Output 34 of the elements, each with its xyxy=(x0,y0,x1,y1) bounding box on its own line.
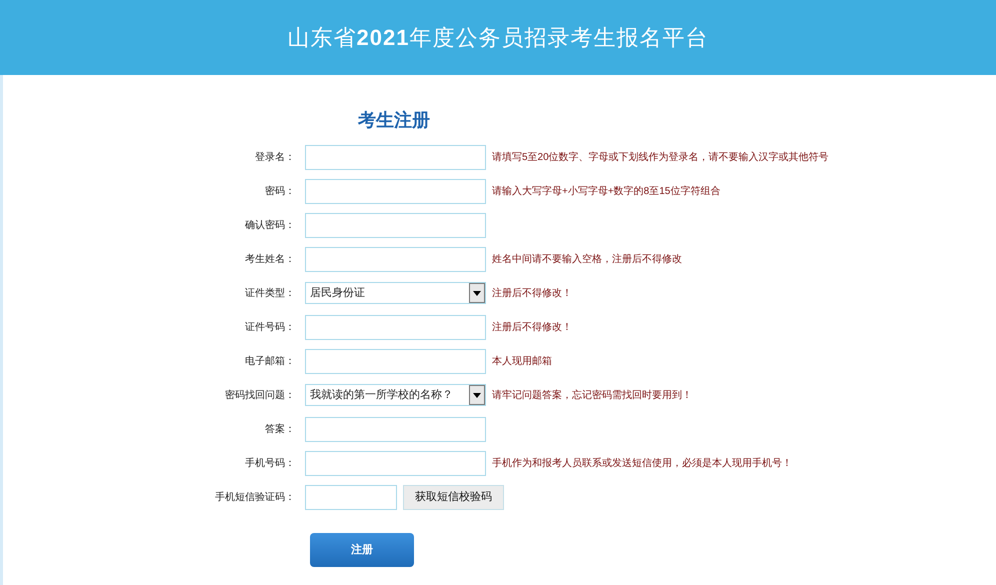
input-field[interactable] xyxy=(305,178,486,204)
field-hint: 本人现用邮箱 xyxy=(492,354,552,368)
field-hint: 姓名中间请不要输入空格，注册后不得修改 xyxy=(492,252,682,266)
field-hint: 注册后不得修改！ xyxy=(492,286,572,300)
dropdown[interactable]: 我就读的第一所学校的名称？ xyxy=(305,384,486,406)
header-title: 山东省2021年度公务员招录考生报名平台 xyxy=(288,24,708,52)
input-field[interactable] xyxy=(305,484,397,510)
register-button[interactable]: 注册 xyxy=(310,533,414,567)
field-hint: 手机作为和报考人员联系或发送短信使用，必须是本人现用手机号！ xyxy=(492,456,792,470)
field-label: 考生姓名： xyxy=(244,252,295,266)
input-field[interactable] xyxy=(305,246,486,272)
field-hint: 注册后不得修改！ xyxy=(492,320,572,334)
input-field[interactable] xyxy=(305,314,486,340)
field-label: 密码： xyxy=(264,184,295,198)
field-label: 手机短信验证码： xyxy=(214,490,295,504)
field-label: 手机号码： xyxy=(244,456,295,470)
input-field[interactable] xyxy=(305,144,486,170)
field-label: 证件号码： xyxy=(244,320,295,334)
field-label: 电子邮箱： xyxy=(244,354,295,368)
field-label: 证件类型： xyxy=(244,286,295,300)
field-label: 答案： xyxy=(264,422,295,436)
input-field[interactable] xyxy=(305,348,486,374)
input-field[interactable] xyxy=(305,450,486,476)
input-field[interactable] xyxy=(305,416,486,442)
field-hint: 请填写5至20位数字、字母或下划线作为登录名，请不要输入汉字或其他符号 xyxy=(492,150,829,164)
field-hint: 请输入大写字母+小写字母+数字的8至15位字符组合 xyxy=(492,184,720,198)
field-label: 密码找回问题： xyxy=(224,388,295,402)
input-field[interactable] xyxy=(305,212,486,238)
form-title: 考生注册 xyxy=(358,109,430,132)
get-code-button[interactable]: 获取短信校验码 xyxy=(403,484,504,510)
field-hint: 请牢记问题答案，忘记密码需找回时要用到！ xyxy=(492,388,692,402)
field-label: 确认密码： xyxy=(244,218,295,232)
field-label: 登录名： xyxy=(254,150,295,164)
dropdown[interactable]: 居民身份证 xyxy=(305,282,486,304)
